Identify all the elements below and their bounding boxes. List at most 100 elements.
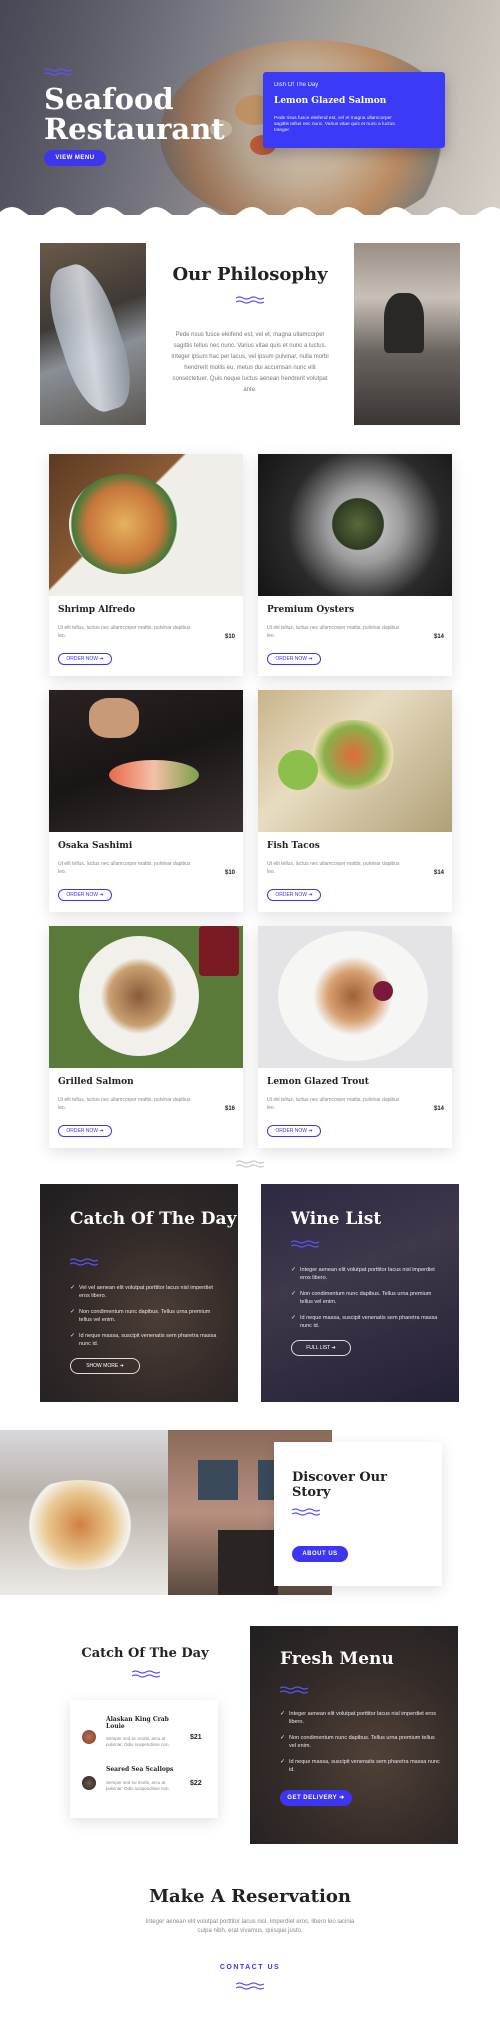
menu-item-name: Osaka Sashimi	[58, 841, 133, 851]
arrow-icon: ➜	[308, 656, 313, 662]
feature-item: ✓ Id neque massa, suscipit venenatis sem …	[291, 1315, 438, 1329]
view-menu-button[interactable]: VIEW MENU	[44, 150, 106, 166]
arrow-icon: ➜	[99, 1128, 104, 1134]
menu-item-name: Grilled Salmon	[58, 1077, 134, 1087]
wave-separator	[0, 207, 500, 230]
grilled-salmon-image	[49, 926, 243, 1068]
wave-divider-icon	[292, 1508, 320, 1516]
wave-divider-icon	[70, 1258, 98, 1266]
menu-item-price: $14	[434, 634, 445, 640]
menu-item-name: Fish Tacos	[267, 841, 320, 851]
menu-card: Premium Oysters Ut elit tellus, luctus n…	[258, 454, 452, 676]
fish-tacos-image	[258, 690, 452, 832]
menu-item-desc: Ut elit tellus, luctus nec ullamcorper m…	[58, 861, 191, 875]
catch-item-name: Alaskan King Crab Louie	[106, 1716, 169, 1730]
arrow-icon: ➜	[331, 1345, 336, 1351]
wave-divider-icon	[236, 1160, 264, 1168]
feature-item: ✓ Vel vel aenean elit volutpat porttitor …	[70, 1285, 213, 1299]
wave-divider-icon	[132, 1670, 160, 1678]
feature-list: ✓ Integer aenean elit volutpat porttitor …	[291, 1266, 441, 1338]
order-now-button[interactable]: ORDER NOW ➜	[267, 1125, 321, 1137]
check-icon: ✓	[291, 1291, 297, 1297]
feature-item: ✓ Non condimentum nunc dapibus. Tellus ur…	[70, 1309, 211, 1323]
wave-divider-icon	[280, 1686, 308, 1694]
philosophy-title: Our Philosophy	[172, 264, 328, 285]
check-icon: ✓	[280, 1735, 286, 1741]
story-card: Discover Our Story ABOUT US	[274, 1442, 442, 1586]
arrow-icon: ➜	[339, 1795, 345, 1801]
menu-item-price: $10	[225, 634, 236, 640]
menu-item-desc: Ut elit tellus, luctus nec ullamcorper m…	[267, 625, 400, 639]
scallops-thumbnail	[82, 1776, 96, 1790]
wine-list-panel: Wine List ✓ Integer aenean elit volutpat …	[261, 1184, 459, 1402]
menu-item-name: Shrimp Alfredo	[58, 605, 136, 615]
about-us-button[interactable]: ABOUT US	[292, 1546, 348, 1562]
full-list-button[interactable]: FULL LIST ➜	[291, 1340, 351, 1356]
check-icon: ✓	[70, 1309, 76, 1315]
dish-name: Lemon Glazed Salmon	[274, 96, 387, 106]
menu-card: Grilled Salmon Ut elit tellus, luctus ne…	[49, 926, 243, 1148]
dish-label: Dish Of The Day	[274, 82, 319, 88]
fresh-menu-panel: Fresh Menu ✓ Integer aenean elit volutpat…	[250, 1626, 458, 1844]
arrow-icon: ➜	[99, 892, 104, 898]
check-icon: ✓	[70, 1285, 76, 1291]
order-now-button[interactable]: ORDER NOW ➜	[58, 889, 112, 901]
osaka-sashimi-image	[49, 690, 243, 832]
menu-item-desc: Ut elit tellus, luctus nec ullamcorper m…	[58, 625, 191, 639]
check-icon: ✓	[291, 1315, 297, 1321]
lemon-glazed-trout-image	[258, 926, 452, 1068]
order-now-button[interactable]: ORDER NOW ➜	[267, 889, 321, 901]
menu-item-name: Lemon Glazed Trout	[267, 1077, 369, 1087]
philosophy-text: Pede risus fusce eleifend est, vel et, m…	[171, 332, 329, 393]
get-delivery-button[interactable]: GET DELIVERY ➜	[280, 1790, 352, 1806]
order-now-button[interactable]: ORDER NOW ➜	[58, 653, 112, 665]
dish-desc: Pede risus fusce eleifend est, vel et ma…	[274, 116, 397, 133]
show-more-button[interactable]: SHOW MORE ➜	[70, 1358, 140, 1374]
wave-divider-icon	[44, 68, 72, 76]
arrow-icon: ➜	[308, 892, 313, 898]
menu-item-price: $10	[225, 870, 236, 876]
feature-item: ✓ Non condimentum nunc dapibus. Tellus ur…	[280, 1735, 435, 1749]
menu-item-desc: Ut elit tellus, luctus nec ullamcorper m…	[58, 1097, 191, 1111]
fish-board-image	[40, 243, 146, 425]
wave-divider-icon	[291, 1240, 319, 1248]
story-title: Discover Our Story	[292, 1470, 387, 1500]
menu-item-price: $16	[225, 1106, 236, 1112]
menu-card: Osaka Sashimi Ut elit tellus, luctus nec…	[49, 690, 243, 912]
catch-item-desc: Semper sed eu morbi, arcu at pulvinar. O…	[106, 1736, 170, 1747]
menu-card: Lemon Glazed Trout Ut elit tellus, luctu…	[258, 926, 452, 1148]
feature-item: ✓ Id neque massa, suscipit venenatis sem …	[280, 1759, 440, 1773]
order-now-button[interactable]: ORDER NOW ➜	[267, 653, 321, 665]
wave-divider-icon	[236, 296, 264, 304]
feature-item: ✓ Non condimentum nunc dapibus. Tellus ur…	[291, 1291, 432, 1305]
feature-list: ✓ Integer aenean elit volutpat porttitor …	[280, 1710, 440, 1782]
hero-title: Seafood Restaurant	[44, 82, 225, 146]
arrow-icon: ➜	[99, 656, 104, 662]
catch-of-the-day-panel: Catch Of The Day ✓ Vel vel aenean elit vo…	[40, 1184, 238, 1402]
feature-item: ✓ Id neque massa, suscipit venenatis sem …	[70, 1333, 217, 1347]
kitchen-image	[354, 243, 460, 425]
premium-oysters-image	[258, 454, 452, 596]
dish-of-the-day-card[interactable]: Dish Of The Day Lemon Glazed Salmon Pede…	[263, 72, 445, 148]
catch-item-price: $21	[190, 1734, 202, 1741]
feature-item: ✓ Integer aenean elit volutpat porttitor …	[280, 1711, 437, 1725]
shrimp-alfredo-image	[49, 454, 243, 596]
reservation-text: Integer aenean elit volutpat porttitor l…	[145, 1919, 355, 1934]
feature-list: ✓ Vel vel aenean elit volutpat porttitor …	[70, 1284, 220, 1356]
panel-title: Catch Of The Day	[70, 1209, 237, 1229]
panel-title: Wine List	[291, 1209, 382, 1229]
menu-item-desc: Ut elit tellus, luctus nec ullamcorper m…	[267, 861, 400, 875]
contact-us-link[interactable]: CONTACT US	[200, 1964, 300, 1971]
panel-title: Fresh Menu	[280, 1649, 394, 1669]
order-now-button[interactable]: ORDER NOW ➜	[58, 1125, 112, 1137]
menu-item-price: $14	[434, 870, 445, 876]
menu-item-price: $14	[434, 1106, 445, 1112]
salmon-dish-photo	[0, 1430, 168, 1595]
arrow-icon: ➜	[119, 1363, 124, 1369]
feature-item: ✓ Integer aenean elit volutpat porttitor …	[291, 1267, 435, 1281]
catch-item-name: Seared Sea Scallops	[106, 1766, 174, 1773]
catch-item-desc: Semper sed eu morbi, arcu at pulvinar. O…	[106, 1780, 170, 1791]
check-icon: ✓	[280, 1759, 286, 1765]
wave-divider-icon	[236, 1982, 264, 1990]
menu-card: Fish Tacos Ut elit tellus, luctus nec ul…	[258, 690, 452, 912]
